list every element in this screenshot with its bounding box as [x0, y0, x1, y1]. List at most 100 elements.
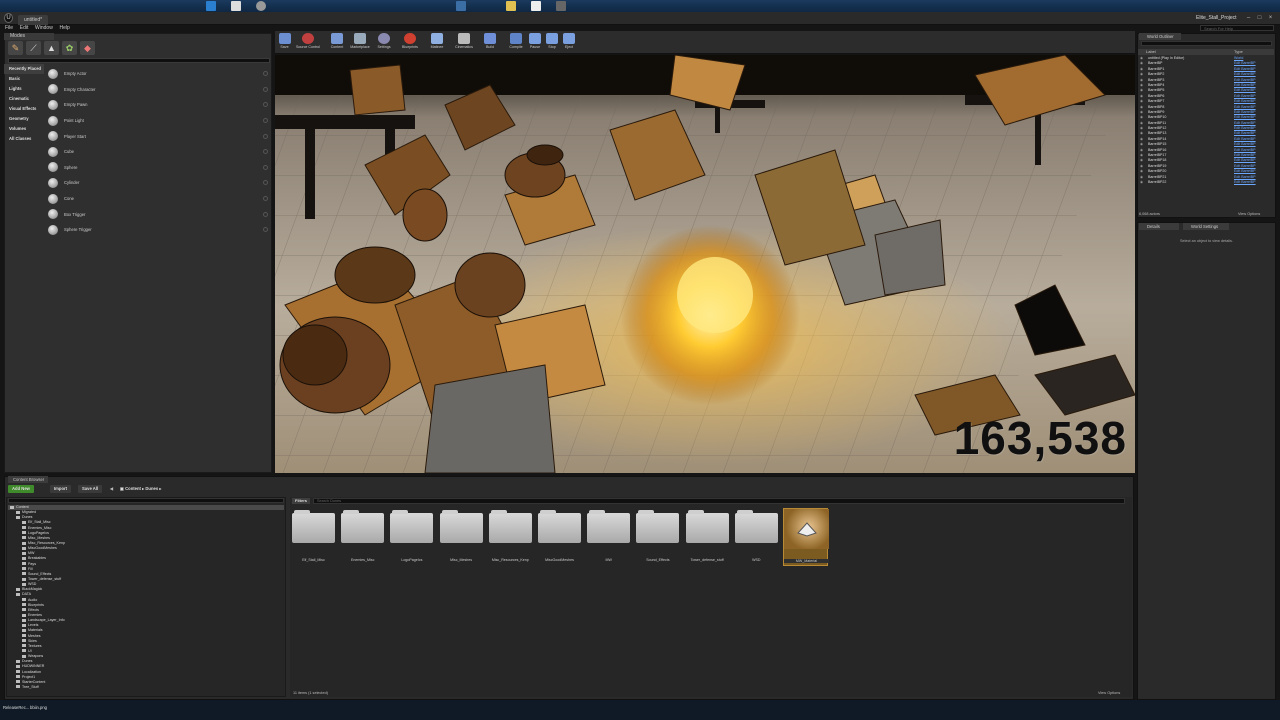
- type-column-header[interactable]: Type: [1234, 49, 1243, 55]
- menu-window[interactable]: Window: [35, 25, 53, 32]
- blueprints-button[interactable]: Blueprints: [397, 32, 423, 54]
- help-icon[interactable]: [263, 102, 268, 108]
- place-item[interactable]: Empty Pawn: [46, 97, 272, 113]
- help-icon[interactable]: [263, 149, 268, 155]
- close-icon[interactable]: ×: [1266, 14, 1275, 22]
- content-browser-tab[interactable]: Content Browser: [8, 476, 48, 483]
- details-tab[interactable]: Details: [1139, 223, 1179, 230]
- breadcrumb-dunes[interactable]: Dunes: [145, 486, 158, 491]
- folder-asset[interactable]: Elf_Stall_Misc: [291, 508, 336, 566]
- world-settings-tab[interactable]: World Settings: [1183, 223, 1229, 230]
- breadcrumb-content[interactable]: Content: [125, 486, 141, 491]
- help-icon[interactable]: [263, 118, 268, 124]
- foliage-mode-icon[interactable]: ✿: [62, 41, 77, 55]
- source-control-button[interactable]: Source Control: [294, 32, 322, 54]
- build-button[interactable]: Build: [481, 32, 499, 54]
- help-icon[interactable]: [263, 196, 268, 202]
- category-recently-placed[interactable]: Recently Placed: [4, 64, 44, 74]
- view-options-button[interactable]: View Options: [1098, 691, 1120, 695]
- save-button[interactable]: Save: [277, 32, 292, 54]
- marketplace-button[interactable]: Marketplace: [347, 32, 373, 54]
- content-button[interactable]: Content: [325, 32, 349, 54]
- material-asset[interactable]: MW_Material: [783, 508, 829, 566]
- place-item[interactable]: Empty Actor: [46, 66, 272, 82]
- settings-button[interactable]: Settings: [373, 32, 395, 54]
- folder-asset[interactable]: MW: [586, 508, 631, 566]
- asset-search-input[interactable]: Search Dunes: [313, 498, 1125, 504]
- world-outliner-tab[interactable]: World Outliner: [1139, 33, 1181, 40]
- actor-type-link[interactable]: Edit BarrelBP: [1234, 180, 1272, 185]
- category-visual-effects[interactable]: Visual Effects: [4, 104, 44, 114]
- outliner-view-options[interactable]: View Options: [1238, 212, 1260, 216]
- paint-mode-icon[interactable]: ⟋: [26, 41, 41, 55]
- matinee-button[interactable]: Matinee: [425, 32, 449, 54]
- place-item[interactable]: Cylinder: [46, 175, 272, 191]
- help-icon[interactable]: [263, 211, 268, 217]
- category-all-classes[interactable]: All Classes: [4, 134, 44, 144]
- folder-icon[interactable]: [506, 1, 516, 11]
- help-icon[interactable]: [263, 71, 268, 77]
- help-icon[interactable]: [263, 180, 268, 186]
- geometry-mode-icon[interactable]: ◆: [80, 41, 95, 55]
- modes-search-input[interactable]: [8, 58, 270, 63]
- ue-taskbar-icon[interactable]: [256, 1, 266, 11]
- folder-asset[interactable]: MiscGoodMeshes: [537, 508, 582, 566]
- import-button[interactable]: Import: [50, 485, 72, 493]
- menu-edit[interactable]: Edit: [20, 25, 29, 32]
- category-geometry[interactable]: Geometry: [4, 114, 44, 124]
- folder-tree-item[interactable]: Tree_Stuff: [8, 685, 284, 690]
- place-item[interactable]: Sphere: [46, 160, 272, 176]
- save-all-button[interactable]: Save All: [78, 485, 103, 493]
- help-icon[interactable]: [263, 227, 268, 233]
- maximize-icon[interactable]: □: [1255, 14, 1264, 22]
- pause-button[interactable]: Pause: [528, 32, 542, 54]
- help-icon[interactable]: [263, 86, 268, 92]
- place-item[interactable]: Point Light: [46, 113, 272, 129]
- place-item[interactable]: Cone: [46, 191, 272, 207]
- category-cinematic[interactable]: Cinematic: [4, 94, 44, 104]
- compile-button[interactable]: Compile: [505, 32, 527, 54]
- filters-button[interactable]: Filters: [292, 498, 311, 504]
- search-help-input[interactable]: Search For Help: [1200, 25, 1274, 31]
- category-lights[interactable]: Lights: [4, 84, 44, 94]
- taskbar-item[interactable]: ReleaseRec...: [3, 705, 29, 710]
- minimize-icon[interactable]: –: [1244, 14, 1253, 22]
- help-icon[interactable]: [263, 164, 268, 170]
- cinematics-button[interactable]: Cinematics: [451, 32, 477, 54]
- place-item[interactable]: Empty Character: [46, 82, 272, 98]
- eject-button[interactable]: Eject: [562, 32, 576, 54]
- taskbar-item[interactable]: bbiin.png: [30, 705, 47, 710]
- modes-tab[interactable]: Modes: [4, 33, 54, 40]
- folder-search-input[interactable]: [8, 498, 284, 503]
- back-arrow-icon[interactable]: ◀: [106, 485, 117, 493]
- folder-asset[interactable]: Sound_Effects: [635, 508, 680, 566]
- folder-asset[interactable]: Tower_defense_stuff: [685, 508, 730, 566]
- folder-asset[interactable]: LogoPageIcs: [389, 508, 434, 566]
- place-mode-icon[interactable]: ✎: [8, 41, 23, 55]
- folder-asset[interactable]: Enemies_Misc: [340, 508, 385, 566]
- help-icon[interactable]: [263, 133, 268, 139]
- landscape-mode-icon[interactable]: ▲: [44, 41, 59, 55]
- folder-asset[interactable]: WSD: [734, 508, 779, 566]
- monitor-icon[interactable]: [456, 1, 466, 11]
- category-basic[interactable]: Basic: [4, 74, 44, 84]
- menu-help[interactable]: Help: [60, 25, 70, 32]
- category-volumes[interactable]: Volumes: [4, 124, 44, 134]
- folder-asset[interactable]: Misc_Resources_Kenp: [488, 508, 533, 566]
- place-item[interactable]: Player Start: [46, 128, 272, 144]
- label-column-header[interactable]: Label: [1146, 49, 1156, 55]
- add-new-button[interactable]: Add New: [8, 485, 34, 493]
- place-item[interactable]: Box Trigger: [46, 206, 272, 222]
- document-icon[interactable]: [231, 1, 241, 11]
- menu-file[interactable]: File: [5, 25, 13, 32]
- place-item[interactable]: Cube: [46, 144, 272, 160]
- level-tab[interactable]: untitled*: [18, 15, 49, 25]
- folder-asset[interactable]: Misc_Meshes: [439, 508, 484, 566]
- place-item[interactable]: Sphere Trigger: [46, 222, 272, 238]
- outliner-row[interactable]: ◉ BarrelBP22 Edit BarrelBP: [1140, 180, 1272, 185]
- level-viewport[interactable]: 163,538: [275, 55, 1135, 473]
- notepad-icon[interactable]: [531, 1, 541, 11]
- app2-icon[interactable]: [556, 1, 566, 11]
- stop-button[interactable]: Stop: [545, 32, 559, 54]
- app-icon[interactable]: [206, 1, 216, 11]
